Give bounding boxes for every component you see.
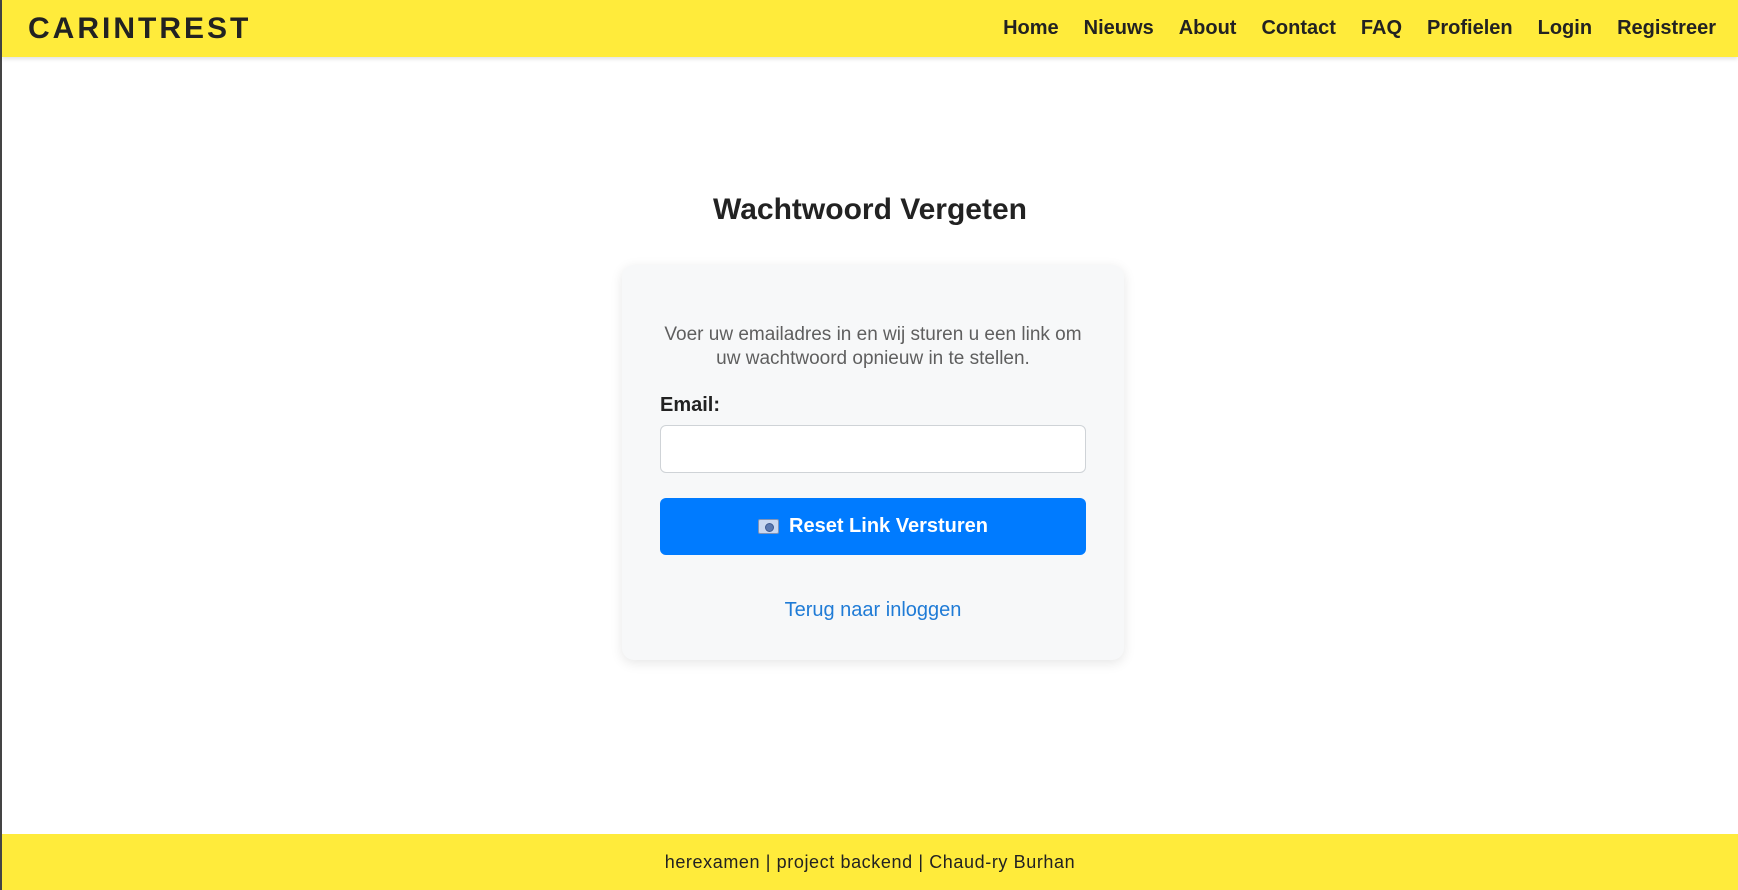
nav-link-about[interactable]: About bbox=[1179, 17, 1237, 40]
page-title: Wachtwoord Vergeten bbox=[713, 193, 1027, 226]
page: CARINTREST Home Nieuws About Contact FAQ… bbox=[0, 0, 1738, 890]
nav-link-login[interactable]: Login bbox=[1538, 17, 1592, 40]
nav-link-registreer[interactable]: Registreer bbox=[1617, 17, 1716, 40]
nav-link-faq[interactable]: FAQ bbox=[1361, 17, 1402, 40]
reset-button-label: Reset Link Versturen bbox=[789, 515, 988, 537]
reset-link-button[interactable]: Reset Link Versturen bbox=[660, 498, 1086, 555]
forgot-password-card: Voer uw emailadres in en wij sturen u ee… bbox=[622, 265, 1124, 660]
nav-link-nieuws[interactable]: Nieuws bbox=[1084, 17, 1154, 40]
footer: herexamen | project backend | Chaud-ry B… bbox=[2, 834, 1738, 890]
back-to-login-link[interactable]: Terug naar inloggen bbox=[622, 599, 1124, 622]
email-label: Email: bbox=[660, 394, 721, 416]
main-nav: Home Nieuws About Contact FAQ Profielen … bbox=[1003, 17, 1716, 40]
email-field[interactable] bbox=[660, 425, 1086, 473]
footer-text: herexamen | project backend | Chaud-ry B… bbox=[664, 851, 1076, 872]
top-navbar: CARINTREST Home Nieuws About Contact FAQ… bbox=[2, 0, 1738, 57]
nav-link-contact[interactable]: Contact bbox=[1261, 17, 1335, 40]
site-logo[interactable]: CARINTREST bbox=[28, 12, 251, 46]
mail-icon bbox=[758, 519, 780, 534]
nav-link-home[interactable]: Home bbox=[1003, 17, 1059, 40]
instruction-text: Voer uw emailadres in en wij sturen u ee… bbox=[664, 324, 1082, 369]
nav-link-profielen[interactable]: Profielen bbox=[1427, 17, 1513, 40]
